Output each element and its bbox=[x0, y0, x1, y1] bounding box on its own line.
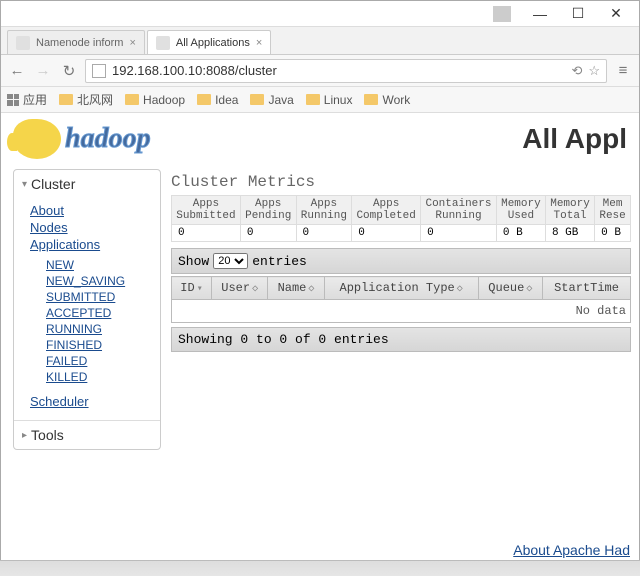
bookmarks-bar: 应用 北风网 Hadoop Idea Java Linux Work bbox=[1, 87, 639, 113]
tab-close-icon[interactable]: × bbox=[256, 37, 262, 49]
bookmark-item[interactable]: Hadoop bbox=[125, 93, 185, 107]
entries-label: entries bbox=[252, 254, 307, 269]
star-icon[interactable]: ☆ bbox=[588, 63, 600, 79]
menu-button[interactable]: ≡ bbox=[613, 61, 633, 81]
applications-table: ID▾ User◇ Name◇ Application Type◇ Queue◇… bbox=[171, 276, 631, 323]
entries-count-select[interactable]: 20 bbox=[213, 253, 248, 269]
hadoop-logo: hadoop bbox=[13, 119, 151, 159]
caret-icon: ▾ bbox=[22, 179, 27, 190]
sidebar-link-accepted[interactable]: ACCEPTED bbox=[46, 305, 144, 321]
sidebar-link-about[interactable]: About bbox=[30, 202, 144, 219]
sort-icon: ◇ bbox=[308, 284, 314, 295]
sidebar-link-running[interactable]: RUNNING bbox=[46, 321, 144, 337]
folder-icon bbox=[125, 94, 139, 105]
address-bar: ← → ↻ 192.168.100.10:8088/cluster ⟲ ☆ ≡ bbox=[1, 55, 639, 87]
elephant-icon bbox=[13, 119, 61, 159]
sidebar-link-newsaving[interactable]: NEW_SAVING bbox=[46, 273, 144, 289]
back-button[interactable]: ← bbox=[7, 61, 27, 81]
about-link[interactable]: About Apache Had bbox=[513, 542, 630, 558]
entries-showing: Showing 0 to 0 of 0 entries bbox=[171, 327, 631, 352]
translate-icon[interactable]: ⟲ bbox=[571, 63, 582, 79]
tab-favicon-icon bbox=[156, 36, 170, 50]
sidebar-link-finished[interactable]: FINISHED bbox=[46, 337, 144, 353]
sidebar-link-new[interactable]: NEW bbox=[46, 257, 144, 273]
maximize-button[interactable]: ☐ bbox=[559, 3, 597, 25]
forward-button[interactable]: → bbox=[33, 61, 53, 81]
header-row: hadoop All Appl bbox=[1, 113, 639, 169]
col-queue[interactable]: Queue◇ bbox=[478, 277, 542, 300]
bookmark-item[interactable]: Linux bbox=[306, 93, 353, 107]
page-icon bbox=[92, 64, 106, 78]
tab-label: Namenode inform bbox=[36, 37, 123, 49]
col-apps-pending: Apps Pending bbox=[240, 196, 296, 225]
col-starttime[interactable]: StartTime bbox=[543, 277, 631, 300]
col-memory-used: Memory Used bbox=[496, 196, 545, 225]
tab-applications[interactable]: All Applications × bbox=[147, 30, 271, 54]
reload-button[interactable]: ↻ bbox=[59, 61, 79, 81]
tab-close-icon[interactable]: × bbox=[129, 37, 135, 49]
bookmark-item[interactable]: Java bbox=[250, 93, 293, 107]
folder-icon bbox=[59, 94, 73, 105]
page-title: All Appl bbox=[522, 123, 627, 155]
sidebar-link-nodes[interactable]: Nodes bbox=[30, 219, 144, 236]
main-content: Cluster Metrics Apps Submitted Apps Pend… bbox=[171, 169, 631, 575]
sort-icon: ◇ bbox=[457, 284, 463, 295]
folder-icon bbox=[197, 94, 211, 105]
bookmark-item[interactable]: Work bbox=[364, 93, 410, 107]
tab-favicon-icon bbox=[16, 36, 30, 50]
sort-icon: ◇ bbox=[526, 284, 532, 295]
apps-icon bbox=[7, 94, 19, 106]
window-titlebar: — ☐ ✕ bbox=[1, 1, 639, 27]
sort-icon: ◇ bbox=[252, 284, 258, 295]
col-name[interactable]: Name◇ bbox=[268, 277, 324, 300]
footer: About Apache Had bbox=[513, 542, 630, 558]
no-data-cell: No data bbox=[172, 300, 631, 323]
sidebar-link-killed[interactable]: KILLED bbox=[46, 369, 144, 385]
folder-icon bbox=[250, 94, 264, 105]
col-apps-completed: Apps Completed bbox=[352, 196, 421, 225]
minimize-button[interactable]: — bbox=[521, 3, 559, 25]
tab-bar: Namenode inform × All Applications × bbox=[1, 27, 639, 55]
logo-text: hadoop bbox=[65, 123, 151, 155]
close-button[interactable]: ✕ bbox=[597, 3, 635, 25]
col-apps-running: Apps Running bbox=[296, 196, 352, 225]
col-memory-total: Memory Total bbox=[545, 196, 594, 225]
sort-desc-icon: ▾ bbox=[197, 284, 203, 295]
table-row-empty: No data bbox=[172, 300, 631, 323]
sidebar-link-failed[interactable]: FAILED bbox=[46, 353, 144, 369]
dropdown-indicator bbox=[493, 6, 511, 22]
show-label: Show bbox=[178, 254, 209, 269]
sidebar-cluster-header[interactable]: ▾Cluster bbox=[14, 170, 160, 198]
sidebar: ▾Cluster About Nodes Applications NEW NE… bbox=[13, 169, 161, 450]
folder-icon bbox=[364, 94, 378, 105]
col-containers-running: Containers Running bbox=[421, 196, 497, 225]
status-bar bbox=[0, 560, 640, 576]
sidebar-link-submitted[interactable]: SUBMITTED bbox=[46, 289, 144, 305]
metrics-row: 0 0 0 0 0 0 B 8 GB 0 B bbox=[172, 225, 631, 242]
tab-label: All Applications bbox=[176, 37, 250, 49]
sidebar-link-applications[interactable]: Applications bbox=[30, 236, 144, 253]
bookmark-item[interactable]: 北风网 bbox=[59, 91, 113, 108]
entries-length-control: Show 20 entries bbox=[171, 248, 631, 274]
sidebar-tools-header[interactable]: ▸Tools bbox=[14, 421, 160, 449]
metrics-title: Cluster Metrics bbox=[171, 169, 631, 195]
tab-namenode[interactable]: Namenode inform × bbox=[7, 30, 145, 54]
folder-icon bbox=[306, 94, 320, 105]
sidebar-link-scheduler[interactable]: Scheduler bbox=[30, 393, 144, 410]
bookmark-apps[interactable]: 应用 bbox=[7, 91, 47, 108]
caret-icon: ▸ bbox=[22, 430, 27, 441]
col-user[interactable]: User◇ bbox=[212, 277, 268, 300]
url-input[interactable]: 192.168.100.10:8088/cluster ⟲ ☆ bbox=[85, 59, 607, 83]
bookmark-item[interactable]: Idea bbox=[197, 93, 238, 107]
col-id[interactable]: ID▾ bbox=[172, 277, 212, 300]
col-apps-submitted: Apps Submitted bbox=[172, 196, 241, 225]
metrics-table: Apps Submitted Apps Pending Apps Running… bbox=[171, 195, 631, 242]
url-text: 192.168.100.10:8088/cluster bbox=[112, 63, 565, 78]
col-memory-reserved: Mem Rese bbox=[595, 196, 631, 225]
col-apptype[interactable]: Application Type◇ bbox=[324, 277, 478, 300]
